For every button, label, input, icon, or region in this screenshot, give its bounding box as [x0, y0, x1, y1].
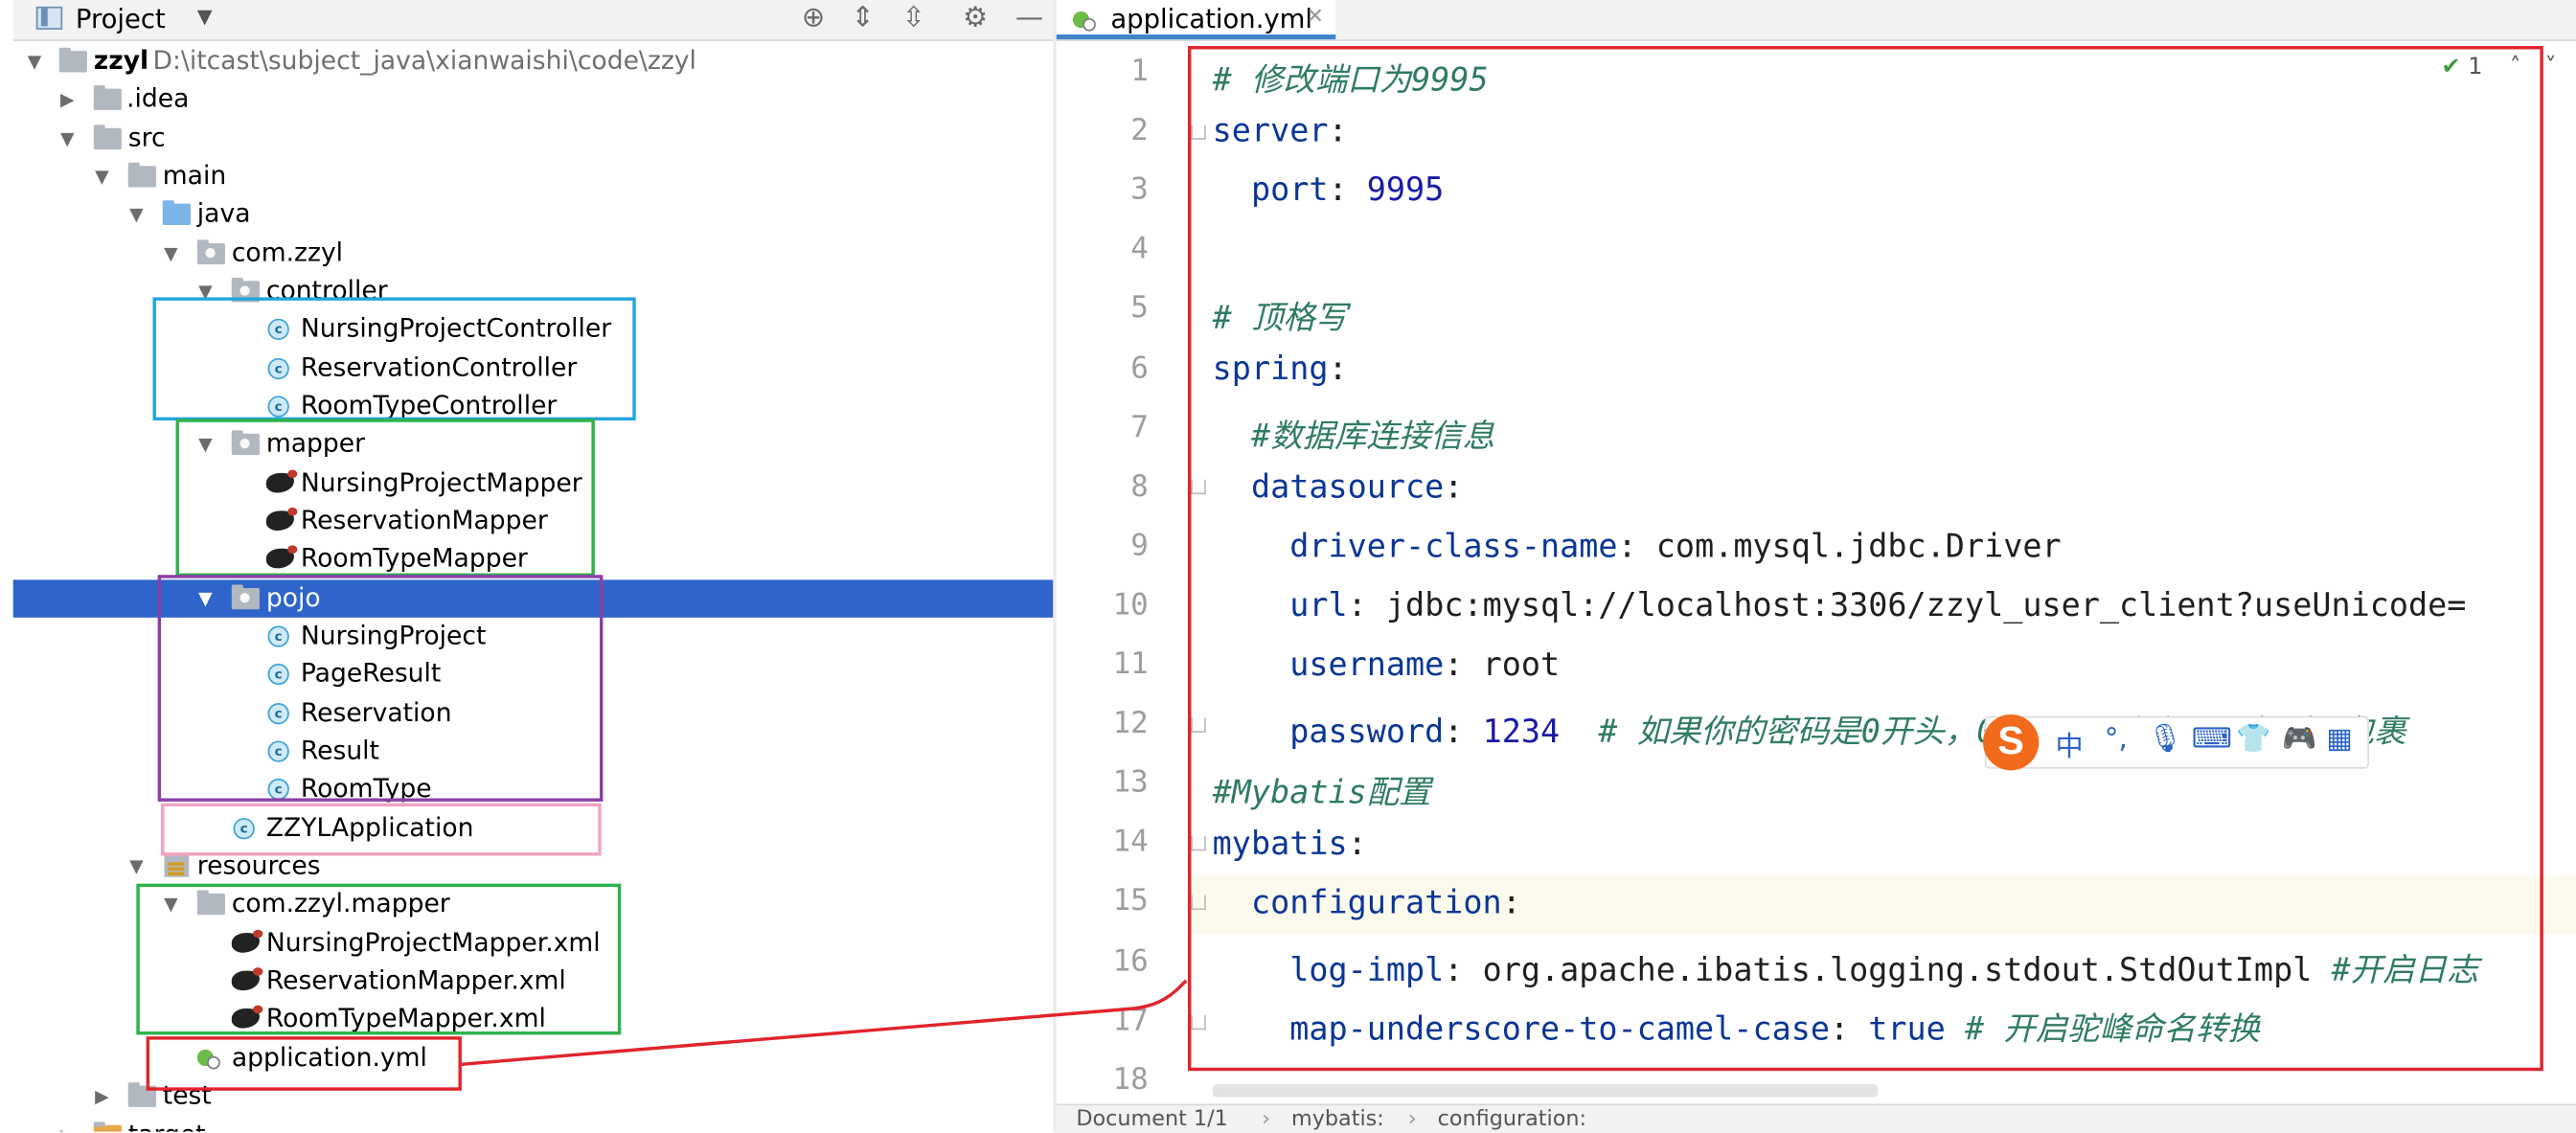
- ime-toolbar[interactable]: S 中 °, 🎙 ⌨ 👕 🎮 ▦: [1983, 714, 2370, 771]
- sogou-logo-icon[interactable]: S: [1983, 714, 2040, 771]
- ime-punctuation[interactable]: °,: [2105, 723, 2128, 756]
- ime-language[interactable]: 中: [2055, 723, 2083, 763]
- keyboard-icon[interactable]: ⌨: [2192, 723, 2232, 756]
- toolbox-icon[interactable]: ▦: [2326, 723, 2353, 756]
- microphone-icon[interactable]: 🎙: [2148, 723, 2183, 756]
- game-icon[interactable]: 🎮: [2282, 723, 2316, 756]
- annotation-connector: [461, 979, 1188, 1067]
- skin-icon[interactable]: 👕: [2236, 723, 2270, 756]
